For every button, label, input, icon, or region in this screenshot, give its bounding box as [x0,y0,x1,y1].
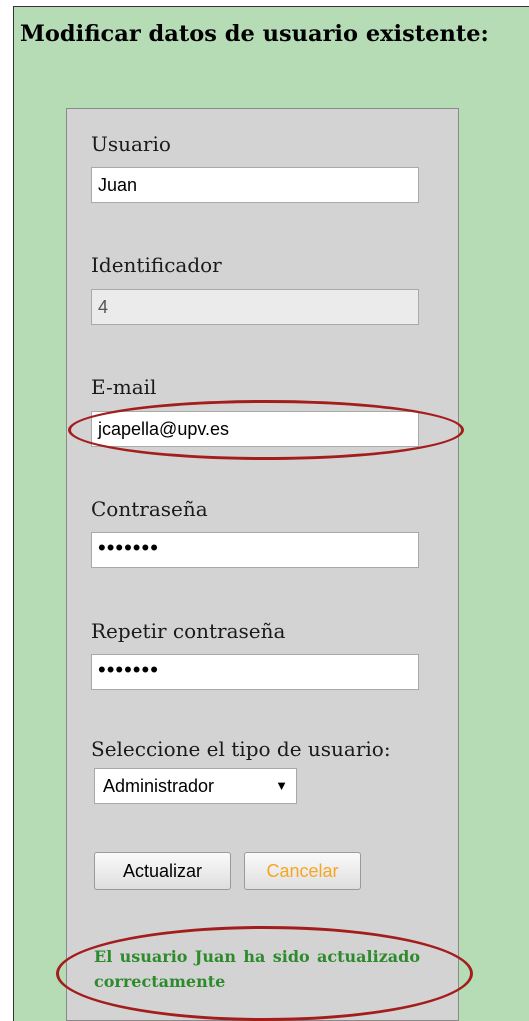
repeat-password-input[interactable]: ••••••• [91,654,419,690]
update-button[interactable]: Actualizar [94,852,231,890]
user-type-select[interactable]: Administrador ▼ [94,768,297,804]
email-input[interactable]: jcapella@upv.es [91,411,419,447]
repeat-password-label: Repetir contraseña [91,619,286,643]
id-input: 4 [91,289,419,325]
id-label: Identificador [91,253,222,277]
user-type-selected: Administrador [103,776,215,796]
status-message: El usuario Juan ha sido actualizado corr… [94,947,420,991]
email-label: E-mail [91,375,157,399]
password-label: Contraseña [91,497,208,521]
cancel-button[interactable]: Cancelar [244,852,361,890]
dropdown-arrow-icon: ▼ [275,778,288,793]
user-input[interactable]: Juan [91,167,419,203]
password-input[interactable]: ••••••• [91,532,419,568]
user-type-label: Seleccione el tipo de usuario: [91,737,391,761]
page-title: Modificar datos de usuario existente: [20,21,489,47]
user-label: Usuario [91,132,171,156]
